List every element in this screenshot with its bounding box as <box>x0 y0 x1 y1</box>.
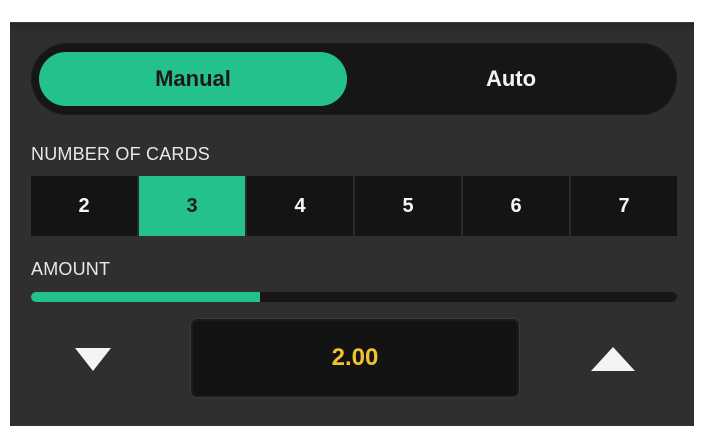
auto-mode-button[interactable]: Auto <box>353 52 669 106</box>
bet-panel: Manual Auto NUMBER OF CARDS 2 3 4 5 6 7 … <box>10 22 694 426</box>
triangle-up-icon <box>591 347 635 371</box>
card-count-option[interactable]: 2 <box>31 176 137 236</box>
amount-label: AMOUNT <box>31 259 111 279</box>
card-count-option[interactable]: 7 <box>571 176 677 236</box>
card-count-option[interactable]: 6 <box>463 176 569 236</box>
number-of-cards-selector: 2 3 4 5 6 7 <box>31 176 677 236</box>
amount-slider-fill <box>31 292 261 302</box>
card-count-option[interactable]: 5 <box>355 176 461 236</box>
triangle-down-icon <box>75 348 111 371</box>
game-frame: Manual Auto NUMBER OF CARDS 2 3 4 5 6 7 … <box>0 0 702 436</box>
mode-toggle: Manual Auto <box>31 43 677 115</box>
card-count-option[interactable]: 3 <box>139 176 245 236</box>
increase-amount-button[interactable] <box>585 339 641 379</box>
amount-value: 2.00 <box>331 344 379 371</box>
number-of-cards-label: NUMBER OF CARDS <box>31 144 211 164</box>
amount-value-field[interactable]: 2.00 <box>191 319 519 397</box>
panel-shade <box>10 23 694 33</box>
decrease-amount-button[interactable] <box>65 339 121 379</box>
card-count-option[interactable]: 4 <box>247 176 353 236</box>
amount-slider[interactable] <box>31 292 677 302</box>
manual-mode-button[interactable]: Manual <box>39 52 347 106</box>
